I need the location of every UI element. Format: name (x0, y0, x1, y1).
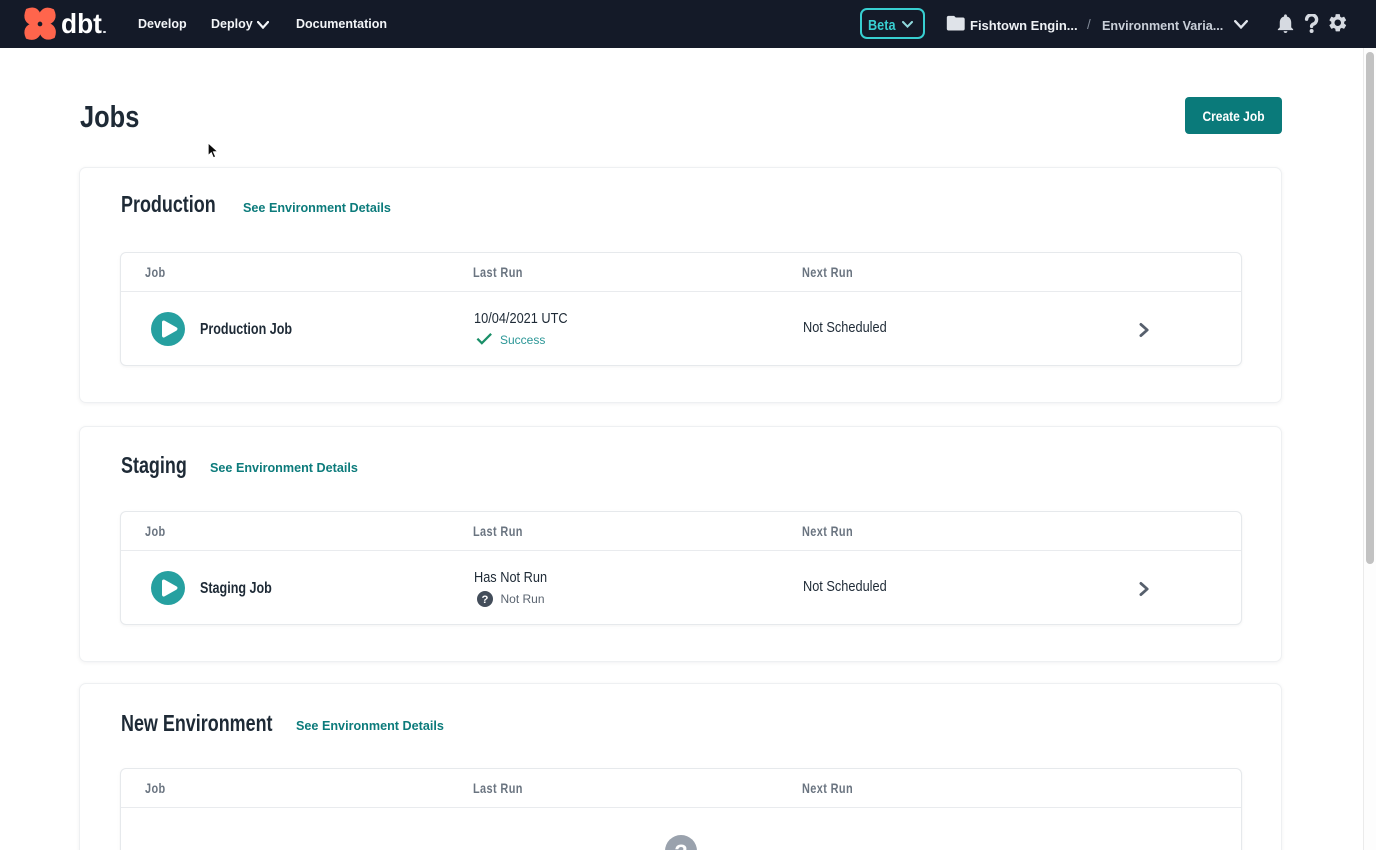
svg-text:?: ? (482, 594, 489, 606)
